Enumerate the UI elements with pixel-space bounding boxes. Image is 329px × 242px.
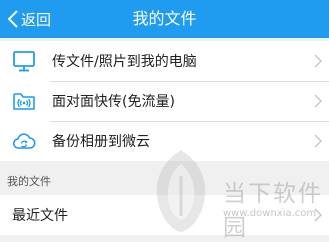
cloud-sync-icon <box>12 129 36 153</box>
top-bar: 返回 我的文件 <box>0 0 329 38</box>
backup-album-item[interactable]: 备份相册到微云 <box>0 121 329 161</box>
recent-files-label: 最近文件 <box>12 208 68 224</box>
recent-files-item[interactable]: 最近文件 <box>0 195 329 235</box>
my-files-section-header: 我的文件 <box>0 170 329 190</box>
page-title: 我的文件 <box>132 9 197 28</box>
upload-to-computer-label: 传文件/照片到我的电脑 <box>52 54 197 70</box>
backup-album-label: 备份相册到微云 <box>52 134 150 150</box>
section-title: 我的文件 <box>7 175 51 188</box>
folder-wifi-icon <box>12 89 36 113</box>
face-to-face-transfer-label: 面对面快传(免流量) <box>52 94 175 110</box>
face-to-face-transfer-item[interactable]: 面对面快传(免流量) <box>0 81 329 121</box>
chevron-right-icon <box>314 94 322 108</box>
monitor-icon <box>12 49 36 73</box>
actions-list: 传文件/照片到我的电脑 面对面快传(免流量) 备份相册到微云 <box>0 41 329 161</box>
chevron-right-icon <box>314 208 322 222</box>
upload-to-computer-item[interactable]: 传文件/照片到我的电脑 <box>0 41 329 81</box>
chevron-right-icon <box>314 134 322 148</box>
my-files-list: 最近文件 <box>0 195 329 235</box>
chevron-right-icon <box>314 54 322 68</box>
